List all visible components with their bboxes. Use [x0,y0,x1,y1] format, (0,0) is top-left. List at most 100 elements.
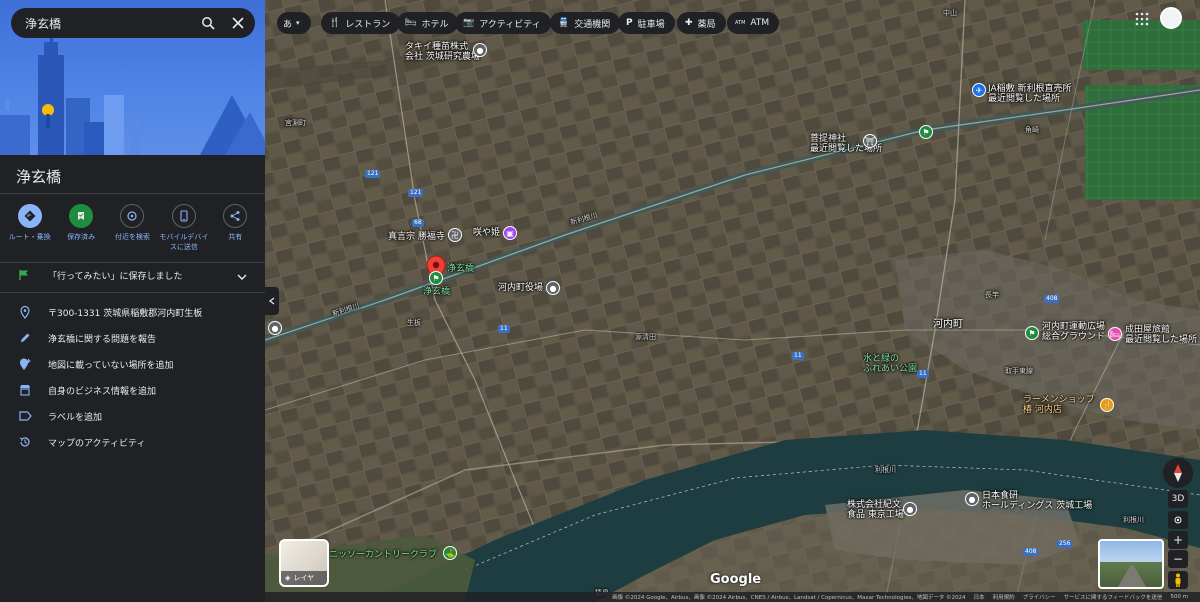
add-missing-place-row[interactable]: 地図に載っていない場所を追加 [0,351,265,377]
satellite-map[interactable]: あ ▾ 🍴 レストラン 🛏 ホテル 📷 アクティビティ 🚆 交通機関 P 駐車場… [265,0,1200,602]
place-pin-icon[interactable]: ● [268,321,282,335]
maps-activity-row[interactable]: マップのアクティビティ [0,429,265,455]
region-link[interactable]: 日本 [974,593,985,601]
road-number: 68 [412,219,424,227]
scale-bar[interactable]: 500 m [1170,594,1188,600]
road-number: 121 [408,189,424,197]
avatar[interactable] [1160,7,1182,29]
saved-list-text: 「行ってみたい」に保存しました [48,272,183,282]
my-location-button[interactable] [1168,511,1188,529]
privacy-link[interactable]: プライバシー [1023,593,1056,601]
bookmark-icon [69,204,94,228]
hotel-icon: 🛏 [405,18,417,28]
map-label-ramen[interactable]: ラーメンショップ椿 河内店 [1023,395,1095,415]
pegman-icon [1175,573,1181,587]
add-missing-place-text: 地図に載っていない場所を追加 [48,360,174,371]
terms-link[interactable]: 利用規約 [993,593,1015,601]
pegman-button[interactable] [1168,571,1188,589]
place-info-list: 〒300-1331 茨城県稲敷郡河内町生板 浄玄橋に関する問題を報告 地図に載っ… [0,299,265,455]
map-label-bridge-b[interactable]: 浄玄橋 [423,287,450,297]
atm-icon: ATM [735,20,746,26]
government-pin-icon[interactable]: ● [546,281,560,295]
nearby-icon [120,204,145,228]
report-problem-row[interactable]: 浄玄橋に関する問題を報告 [0,325,265,351]
search-box[interactable]: 浄玄橋 [11,8,255,38]
nearby-label: 付近を検索 [114,233,150,241]
map-label-sakuyahime[interactable]: 咲や姫 [473,228,500,238]
parking-icon: P [626,18,633,28]
add-label-text: ラベルを追加 [48,412,103,423]
map-label-takii[interactable]: タキイ種苗株式 会社 茨城研究農場 [405,42,480,62]
add-label-row[interactable]: ラベルを追加 [0,403,265,429]
business-icon [18,383,32,397]
chip-parking[interactable]: P 駐車場 [618,12,675,34]
map-label-park[interactable]: 河内町運動広場 総合グラウンド [1042,322,1105,342]
compass-button[interactable] [1163,458,1193,488]
map-label-nihon[interactable]: 日本食研 ホールディングス 茨城工場 [982,491,1092,511]
street-view-thumbnail[interactable] [1098,539,1164,589]
chip-activity[interactable]: 📷 アクティビティ [455,12,551,34]
golf-pin-icon[interactable]: ⛳ [443,546,457,560]
share-button[interactable]: 共有 [210,204,260,252]
search-icon[interactable] [195,10,221,36]
chip-atm[interactable]: ATM ATM [727,12,780,34]
road-number: 408 [1044,295,1060,303]
nearby-button[interactable]: 付近を検索 [107,204,157,252]
map-label-bridge-a[interactable]: 浄玄橋 [447,264,474,274]
chip-restaurant[interactable]: 🍴 レストラン [321,12,401,34]
park-pin-icon[interactable]: ⚑ [919,125,933,139]
map-footer: 画像 ©2024 Google、Airbus、画像 ©2024 Airbus、C… [265,592,1200,602]
close-icon[interactable] [225,10,251,36]
feedback-link[interactable]: サービスに関するフィードバックを送信 [1063,593,1162,601]
bridge-pin-icon[interactable]: ⚑ [429,271,443,285]
directions-button[interactable]: ルート・乗換 [5,204,55,252]
chevron-down-icon[interactable] [237,266,247,285]
send-to-phone-label: モバイルデバイ スに送信 [159,233,209,251]
3d-toggle-button[interactable]: 3D [1168,490,1188,508]
apps-grid-icon[interactable] [1135,11,1149,26]
layers-label: レイヤ [293,574,315,582]
saved-list-row[interactable]: 「行ってみたい」に保存しました [0,263,265,288]
collapse-panel-button[interactable] [265,287,279,315]
search-input[interactable]: 浄玄橋 [25,15,195,32]
temple-pin-icon[interactable]: 卍 [448,228,462,242]
zoom-in-button[interactable]: + [1168,531,1188,549]
map-label-fukushoji[interactable]: 真言宗 勝福寺 [388,232,445,242]
map-label-kibun[interactable]: 株式会社紀文 食品 東京工場 [847,500,904,520]
divider [0,292,265,293]
map-label-kadozaki: 角崎 [1025,126,1039,134]
address-row[interactable]: 〒300-1331 茨城県稲敷郡河内町生板 [0,299,265,325]
pencil-icon [18,331,32,345]
map-label-townhall[interactable]: 河内町役場 [498,283,543,293]
transit-pin-icon[interactable]: ✈ [972,83,986,97]
directions-label: ルート・乗換 [8,233,51,241]
camera-icon: 📷 [463,18,475,28]
report-problem-text: 浄玄橋に関する問題を報告 [48,334,157,345]
place-pin-icon[interactable]: ● [473,43,487,57]
send-to-phone-button[interactable]: モバイルデバイ スに送信 [159,204,209,252]
place-panel: 浄玄橋 浄玄橋 ルート・乗換 保存済み 付近を検索 モバイルデバイ スに送信 共… [0,0,265,602]
zoom-out-button[interactable]: − [1168,550,1188,568]
map-label-miyabuchi: 宮淵町 [285,119,306,127]
saved-label: 保存済み [67,233,96,241]
shopping-pin-icon[interactable]: ▣ [503,226,517,240]
add-business-row[interactable]: 自身のビジネス情報を追加 [0,377,265,403]
language-button[interactable]: あ ▾ [277,12,311,34]
chip-hotel[interactable]: 🛏 ホテル [397,12,459,34]
factory-pin-icon[interactable]: ● [965,492,979,506]
shrine-pin-icon[interactable]: ⛩ [863,134,877,148]
map-label-country[interactable]: ニッソーカントリークラブ [329,550,437,560]
layers-button[interactable]: ◈ レイヤ [279,539,329,587]
chip-transit[interactable]: 🚆 交通機関 [550,12,621,34]
sports-pin-icon[interactable]: ⚑ [1025,326,1039,340]
chip-pharmacy[interactable]: ✚ 薬局 [677,12,726,34]
map-label-ryokan[interactable]: 成田屋旅館 最近閲覧した場所 [1125,325,1197,345]
map-label-kawachi[interactable]: 河内町 [933,320,963,330]
train-icon: 🚆 [558,18,570,28]
map-label-ja[interactable]: JA稲敷 新利根直売所 最近閲覧した場所 [988,84,1072,104]
saved-button[interactable]: 保存済み [56,204,106,252]
map-label-fureai[interactable]: 水と緑の ふれあい公園 [863,354,917,374]
restaurant-pin-icon[interactable]: 🍴 [1100,398,1114,412]
factory-pin-icon[interactable]: ● [903,502,917,516]
hotel-pin-icon[interactable]: 🛏 [1108,327,1122,341]
